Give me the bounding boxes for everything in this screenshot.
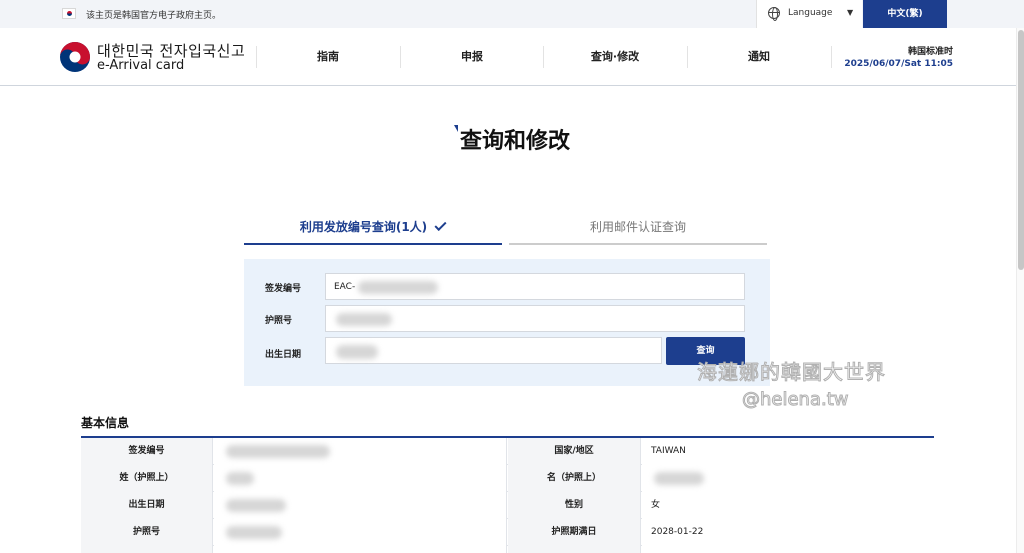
brand-english[interactable]: e-Arrival card xyxy=(97,58,184,73)
row-value: TAIWAN xyxy=(642,438,934,465)
nav-declare[interactable]: 申报 xyxy=(400,48,544,64)
row-value: 女 xyxy=(642,492,934,519)
tab-issue-number-label: 利用发放编号查询(1人) xyxy=(299,220,428,234)
row-label: 出生日期 xyxy=(81,492,213,519)
nav-inquiry-modify[interactable]: 查询·修改 xyxy=(543,48,687,64)
row-label: 姓（护照上） xyxy=(81,465,213,492)
site-header: 대한민국 전자입국신고 e-Arrival card 指南 申报 查询·修改 通… xyxy=(0,28,1024,86)
redacted-blur xyxy=(654,472,704,485)
row-label: 性别 xyxy=(508,492,641,519)
page-title-text: 查询和修改 xyxy=(459,129,570,154)
page-scrollbar[interactable] xyxy=(1016,28,1024,553)
current-datetime: 2025/06/07/Sat 11:05 xyxy=(844,59,953,69)
basic-info-title: 基本信息 xyxy=(81,416,130,430)
row-label: 护照号 xyxy=(81,519,213,546)
search-form: 签发编号 EAC- 护照号 出生日期 查询 xyxy=(244,259,770,386)
birth-date-input[interactable] xyxy=(325,337,662,364)
redacted-blur xyxy=(226,472,254,485)
checkmark-icon xyxy=(434,218,447,232)
issue-number-input[interactable]: EAC- xyxy=(325,273,745,300)
gov-notice: 该主页是韩国官方电子政府主页。 xyxy=(86,11,222,21)
nav-notice[interactable]: 通知 xyxy=(687,48,831,64)
watermark-handle: @helena.tw xyxy=(742,389,849,411)
redacted-blur xyxy=(336,345,378,359)
passport-input[interactable] xyxy=(325,305,745,332)
row-value-partial xyxy=(642,546,934,553)
redacted-blur xyxy=(226,445,330,458)
issue-number-value: EAC- xyxy=(334,282,356,292)
current-language-button[interactable]: 中文(繁) xyxy=(863,0,947,28)
table-row xyxy=(81,546,934,553)
row-value xyxy=(214,465,507,492)
scrollbar-thumb[interactable] xyxy=(1018,30,1024,270)
taegeuk-logo-icon[interactable] xyxy=(59,41,91,73)
row-value xyxy=(214,492,507,519)
row-value xyxy=(214,519,507,546)
row-label: 护照期满日 xyxy=(508,519,641,546)
globe-icon xyxy=(768,7,780,21)
table-row: 姓（护照上） 名（护照上） xyxy=(81,465,934,492)
passport-label: 护照号 xyxy=(265,316,293,326)
row-label: 签发编号 xyxy=(81,438,213,465)
redacted-blur xyxy=(226,499,286,512)
language-label: Language xyxy=(788,8,833,18)
korea-flag-icon xyxy=(62,8,76,19)
nav-guide[interactable]: 指南 xyxy=(256,48,400,64)
row-value xyxy=(214,438,507,465)
issue-number-label: 签发编号 xyxy=(265,284,302,294)
page-title: 查询和修改 xyxy=(0,123,1024,155)
redacted-blur xyxy=(336,313,392,326)
row-value xyxy=(642,465,934,492)
redacted-blur xyxy=(358,281,438,294)
language-selector[interactable]: Language ▼ xyxy=(756,0,862,28)
title-corner-mark-icon xyxy=(453,125,458,132)
birth-date-label: 出生日期 xyxy=(265,350,302,360)
table-row: 出生日期 性别 女 xyxy=(81,492,934,519)
table-row: 护照号 护照期满日 2028-01-22 xyxy=(81,519,934,546)
row-value-partial xyxy=(214,546,507,553)
table-row: 签发编号 国家/地区 TAIWAN xyxy=(81,438,934,465)
row-label: 名（护照上） xyxy=(508,465,641,492)
watermark-name: 海蓮娜的韓國大世界 xyxy=(697,360,886,385)
row-value: 2028-01-22 xyxy=(642,519,934,546)
row-label-partial xyxy=(508,546,641,553)
row-label: 国家/地区 xyxy=(508,438,641,465)
tab-issue-number[interactable]: 利用发放编号查询(1人) xyxy=(244,215,502,245)
tab-email-auth[interactable]: 利用邮件认证查询 xyxy=(509,215,767,245)
basic-info-table: 签发编号 国家/地区 TAIWAN 姓（护照上） 名（护照上） 出生日期 性别 … xyxy=(81,436,934,553)
caret-down-icon: ▼ xyxy=(847,8,854,17)
row-label-partial xyxy=(81,546,213,553)
redacted-blur xyxy=(226,526,282,539)
tab-email-auth-label: 利用邮件认证查询 xyxy=(589,220,686,234)
gov-banner: 该主页是韩国官方电子政府主页。 Language ▼ 中文(繁) xyxy=(0,0,1024,28)
timezone-label: 韩国标准时 xyxy=(907,47,953,57)
